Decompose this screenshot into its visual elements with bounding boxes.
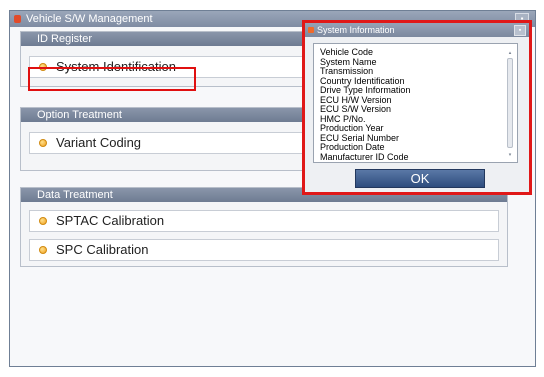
menu-item-label: Variant Coding [56,135,142,150]
system-info-list[interactable]: Vehicle Code System Name Transmission Co… [313,43,518,163]
orange-bullet-icon [39,246,47,254]
info-field-list: Vehicle Code System Name Transmission Co… [320,47,410,162]
scroll-up-arrow-icon[interactable]: ▴ [507,50,513,56]
menu-item-spc-calibration[interactable]: SPC Calibration [29,239,499,261]
scroll-thumb[interactable] [507,58,513,148]
menu-item-label: SPTAC Calibration [56,213,165,228]
dialog-title: System Information [317,25,395,35]
vertical-scrollbar[interactable]: ▴ ▾ [507,50,513,158]
menu-item-label: SPC Calibration [56,242,149,257]
orange-bullet-icon [39,139,47,147]
orange-bullet-icon [39,217,47,225]
system-information-dialog: System Information ▪ Vehicle Code System… [302,20,532,195]
window-title: Vehicle S/W Management [26,13,153,25]
dialog-close-button[interactable]: ▪ [514,25,526,36]
scroll-down-arrow-icon[interactable]: ▾ [507,152,513,158]
group-data-treatment: Data Treatment SPTAC Calibration SPC Cal… [20,187,508,267]
dialog-titlebar: System Information ▪ [305,23,529,37]
info-field: Manufacturer ID Code [320,151,409,162]
ok-button[interactable]: OK [355,169,485,188]
menu-item-sptac-calibration[interactable]: SPTAC Calibration [29,210,499,232]
app-icon [14,15,21,23]
highlight-box [28,67,196,91]
dialog-icon [308,27,314,33]
